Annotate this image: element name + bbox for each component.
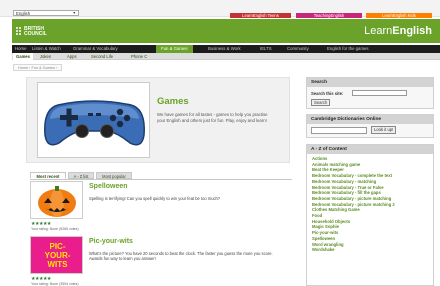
nav-english-games[interactable]: English for the games [327, 45, 369, 53]
tabs-divider [30, 179, 292, 180]
a-z-item[interactable]: Wordshake [307, 247, 433, 253]
breadcrumb[interactable]: Home › Fun & Games › [13, 64, 63, 71]
a-z-list: Actions Animals matching game Beat the K… [307, 154, 433, 253]
site-link-teens[interactable]: LearnEnglish Teens [230, 13, 291, 18]
logo-dot [19, 30, 21, 32]
subnav-jokes[interactable]: Jokes [40, 53, 51, 60]
game-item-pic-your-wits: PIC- YOUR- WITS Pic-your-wits What's the… [30, 236, 292, 286]
page-description: We have games for all tastes - games to … [157, 112, 268, 123]
sub-nav: Games Jokes Apps Second Life Phone C [12, 53, 440, 60]
gamepad-image [37, 82, 150, 158]
games-hero: Games We have games for all tastes - gam… [26, 77, 290, 163]
game-description: Spelling is terrifying! Can you spell qu… [89, 196, 221, 201]
thumbnail-line: WITS [47, 260, 68, 269]
game-title[interactable]: Pic-your-wits [89, 238, 133, 245]
pumpkin-icon [38, 186, 76, 217]
spelloween-thumbnail[interactable] [30, 181, 83, 219]
rating-text: Your rating: None (5266 votes) [31, 227, 79, 231]
nav-home[interactable]: Home [15, 45, 26, 53]
game-item-spelloween: Spelloween Spelling is terrifying! Can y… [30, 181, 292, 233]
pic-your-wits-thumbnail[interactable]: PIC- YOUR- WITS [30, 236, 83, 274]
nav-community[interactable]: Community [287, 45, 309, 53]
site-link-teaching[interactable]: TeachingEnglish [296, 13, 362, 18]
tab-most-recent[interactable]: Most recent [30, 172, 66, 179]
game-title[interactable]: Spelloween [89, 183, 128, 190]
page-title: Games [157, 96, 189, 107]
chevron-down-icon: ▼ [72, 11, 76, 15]
top-bar: English ▼ LearnEnglish Teens TeachingEng… [0, 0, 440, 18]
dictionary-box: Cambridge Dictionaries Online Look it up… [306, 114, 434, 138]
search-box: Search Search this site: Search [306, 77, 434, 109]
logo-dot [16, 30, 18, 32]
dictionary-heading: Cambridge Dictionaries Online [307, 115, 433, 124]
language-value: English [16, 11, 31, 16]
logo-dot [16, 27, 18, 29]
game-description: What's the picture? You have 20 seconds … [89, 251, 273, 262]
search-label: Search this site: [311, 91, 344, 96]
nav-listen-watch[interactable]: Listen & Watch [32, 45, 61, 53]
wordmark-line: COUNCIL [24, 31, 47, 37]
logo-dot [19, 27, 21, 29]
logo-light-text: Learn [364, 25, 393, 37]
search-heading: Search [307, 78, 433, 87]
main-nav: Home Listen & Watch Grammar & Vocabulary… [12, 45, 440, 53]
thumbnail-line: PIC- [49, 242, 66, 251]
logo-bold-text: English [392, 25, 432, 37]
nav-ielts[interactable]: IELTS [260, 45, 272, 53]
rating-text: Your rating: None (3594 votes) [31, 282, 79, 286]
tab-most-popular[interactable]: Most popular [96, 172, 132, 179]
site-link-kids[interactable]: LearnEnglish Kids [366, 13, 432, 18]
gamepad-icon [44, 100, 145, 146]
search-button[interactable]: Search [311, 99, 331, 106]
learnenglish-logo[interactable]: LearnEnglish [364, 26, 432, 37]
subnav-apps[interactable]: Apps [67, 53, 77, 60]
logo-dot [19, 33, 21, 35]
british-council-wordmark: BRITISH COUNCIL [24, 27, 47, 37]
logo-dot [16, 33, 18, 35]
subnav-games[interactable]: Games [13, 53, 33, 60]
nav-fun-games[interactable]: Fun & Games [156, 45, 193, 53]
subnav-phone[interactable]: Phone C [131, 53, 147, 60]
tab-a-z-list[interactable]: A - Z list [68, 172, 94, 179]
search-input[interactable] [352, 90, 407, 96]
language-select[interactable]: English ▼ [13, 10, 79, 16]
nav-business-work[interactable]: Business & Work [208, 45, 241, 53]
thumbnail-line: YOUR- [44, 251, 71, 260]
british-council-logo[interactable]: BRITISH COUNCIL [16, 26, 47, 38]
nav-grammar-vocabulary[interactable]: Grammar & Vocabulary [73, 45, 118, 53]
subnav-second-life[interactable]: Second Life [91, 53, 113, 60]
look-it-up-button[interactable]: Look it up! [371, 126, 397, 134]
thumbnail-lettering: PIC- YOUR- WITS [31, 242, 84, 269]
a-z-heading: A - Z of Content [307, 145, 433, 154]
site-banner: BRITISH COUNCIL LearnEnglish [12, 19, 440, 43]
dictionary-input[interactable] [311, 127, 367, 134]
a-z-box: A - Z of Content Actions Animals matchin… [306, 144, 434, 286]
